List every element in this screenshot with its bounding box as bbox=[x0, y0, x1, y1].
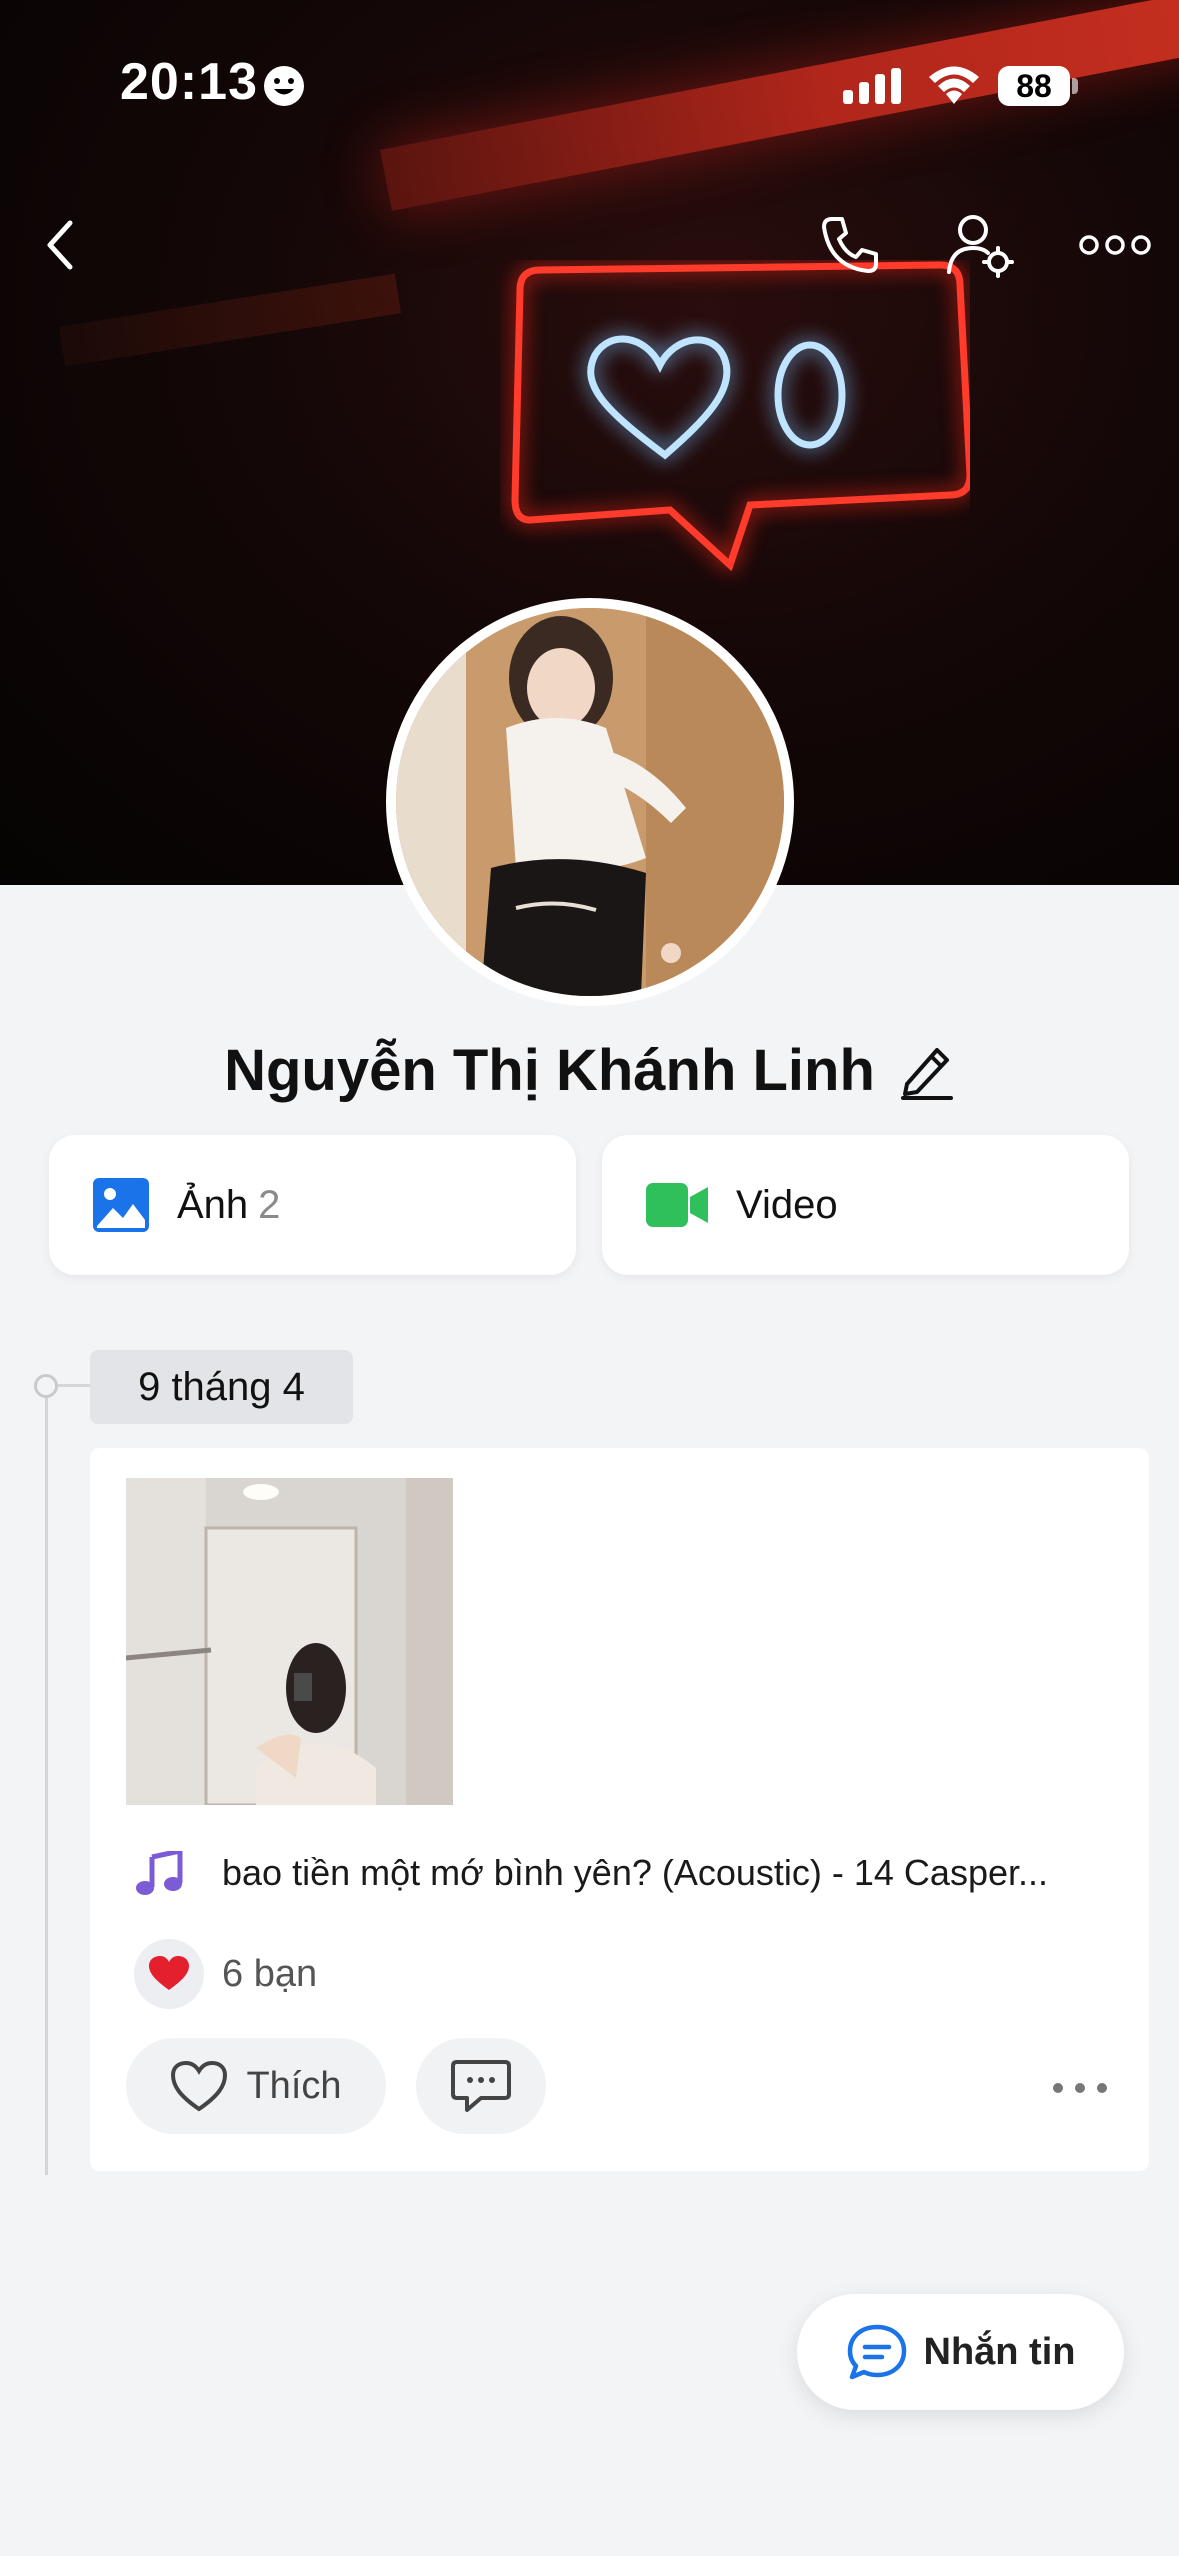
more-horizontal-icon bbox=[1079, 235, 1151, 255]
avatar-image bbox=[396, 608, 784, 996]
focus-smile-icon bbox=[264, 66, 304, 106]
timeline-connector bbox=[58, 1384, 90, 1387]
heart-reaction-icon bbox=[134, 1939, 204, 2009]
photo-icon bbox=[93, 1178, 149, 1232]
avatar[interactable] bbox=[386, 598, 794, 1006]
photos-count: 2 bbox=[258, 1182, 281, 1227]
timeline-dot bbox=[34, 1374, 58, 1398]
profile-settings-button[interactable] bbox=[940, 205, 1020, 285]
comment-button[interactable] bbox=[416, 2038, 546, 2134]
like-label: Thích bbox=[246, 2064, 342, 2107]
music-row[interactable]: bao tiền một mớ bình yên? (Acoustic) - 1… bbox=[136, 1838, 1126, 1908]
wifi-icon bbox=[929, 66, 979, 104]
send-message-label: Nhắn tin bbox=[923, 2330, 1076, 2373]
reaction-summary[interactable]: 6 bạn bbox=[134, 1936, 317, 2012]
videos-label: Video bbox=[736, 1182, 838, 1227]
reaction-count: 6 bạn bbox=[222, 1952, 318, 1995]
post-photo-illustration bbox=[126, 1478, 453, 1805]
battery-cap bbox=[1072, 78, 1078, 94]
cellular-signal-icon bbox=[843, 68, 901, 104]
more-dots-icon bbox=[1053, 2083, 1107, 2093]
more-options-button[interactable] bbox=[1075, 205, 1155, 285]
profile-name: Nguyễn Thị Khánh Linh bbox=[224, 1037, 875, 1103]
music-title: bao tiền một mớ bình yên? (Acoustic) - 1… bbox=[222, 1852, 1048, 1893]
avatar-illustration bbox=[396, 608, 784, 996]
chevron-left-icon bbox=[47, 220, 73, 270]
post-more-button[interactable] bbox=[1040, 2058, 1120, 2118]
profile-name-row: Nguyễn Thị Khánh Linh bbox=[0, 1030, 1179, 1110]
send-message-button[interactable]: Nhắn tin bbox=[797, 2294, 1124, 2410]
post-photo[interactable] bbox=[126, 1478, 453, 1805]
videos-card[interactable]: Video bbox=[602, 1135, 1129, 1275]
status-time: 20:13 bbox=[120, 53, 258, 111]
cover-decoration bbox=[58, 273, 402, 367]
call-button[interactable] bbox=[810, 205, 890, 285]
timeline-line bbox=[45, 1385, 48, 2175]
heart-outline-icon bbox=[171, 2060, 228, 2112]
user-settings-icon bbox=[947, 215, 1014, 278]
pencil-icon[interactable] bbox=[899, 1040, 955, 1100]
music-note-icon bbox=[136, 1851, 183, 1895]
post-card: bao tiền một mớ bình yên? (Acoustic) - 1… bbox=[90, 1448, 1149, 2171]
like-button[interactable]: Thích bbox=[126, 2038, 386, 2134]
chat-bubble-icon bbox=[847, 2324, 906, 2380]
status-bar: 20:13 88 bbox=[0, 0, 1179, 170]
neon-like-sign bbox=[511, 261, 970, 572]
phone-icon bbox=[822, 217, 878, 273]
battery-indicator: 88 bbox=[998, 66, 1070, 106]
video-camera-icon bbox=[646, 1183, 708, 1227]
back-button[interactable] bbox=[20, 205, 100, 285]
photos-label: Ảnh bbox=[177, 1182, 249, 1227]
timeline-date: 9 tháng 4 bbox=[90, 1350, 353, 1424]
comment-icon bbox=[451, 2060, 511, 2112]
photos-card[interactable]: Ảnh 2 bbox=[49, 1135, 576, 1275]
